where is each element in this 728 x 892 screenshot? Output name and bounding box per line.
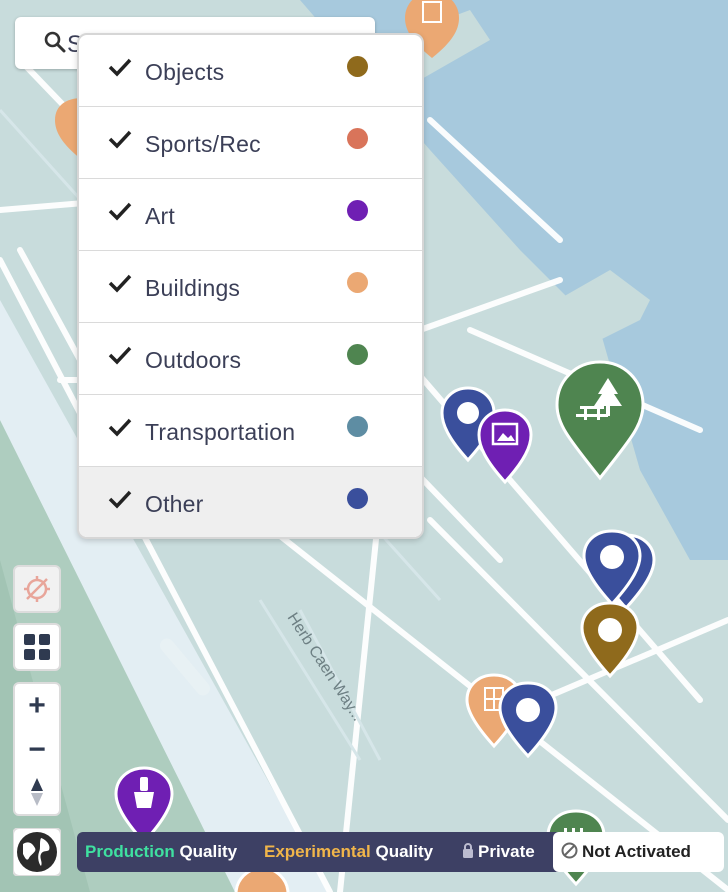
legend-private-label: Private (478, 842, 535, 861)
filter-item-other[interactable]: Other (79, 467, 422, 537)
filter-item-transportation[interactable]: Transportation (79, 395, 422, 467)
category-color-dot (347, 344, 368, 365)
filter-item-buildings[interactable]: Buildings (79, 251, 422, 323)
filter-item-label: Art (145, 203, 175, 229)
category-color-dot (347, 488, 368, 509)
location-off-button[interactable] (13, 565, 61, 613)
location-off-icon (24, 576, 50, 602)
filter-item-label: Outdoors (145, 347, 242, 373)
check-icon (108, 130, 132, 149)
filter-item-art[interactable]: Art (79, 179, 422, 251)
filter-item-outdoors[interactable]: Outdoors (79, 323, 422, 395)
legend-experimental-colored: Experimental (264, 842, 371, 861)
legend-production-quality: Production Quality (77, 832, 266, 872)
filter-item-label: Sports/Rec (145, 131, 261, 157)
check-icon (108, 346, 132, 365)
circle-icon (598, 618, 622, 642)
check-icon (108, 202, 132, 221)
lock-icon (463, 843, 473, 858)
circle-icon (516, 698, 540, 722)
filter-item-objects[interactable]: Objects (79, 35, 422, 107)
zoom-in-button[interactable]: + (15, 684, 59, 728)
legend-private: Private (454, 832, 564, 872)
check-icon (108, 418, 132, 437)
filter-item-label: Objects (145, 59, 225, 85)
category-color-dot (347, 272, 368, 293)
circle-icon (457, 402, 479, 424)
category-color-dot (347, 416, 368, 437)
compass-reset-button[interactable] (15, 772, 59, 814)
blocked-icon (561, 842, 578, 859)
legend-production-colored: Production (85, 842, 175, 861)
check-icon (108, 490, 132, 509)
zoom-control: + − (13, 682, 61, 816)
legend-experimental-rest: Quality (370, 842, 434, 861)
filter-item-label: Other (145, 491, 204, 517)
category-color-dot (347, 128, 368, 149)
globe-icon (12, 827, 62, 877)
legend-not-activated: Not Activated (553, 832, 724, 872)
category-filter-dropdown: Objects Sports/Rec Art Buildings Outdoor… (77, 33, 424, 539)
grid-icon (24, 634, 50, 660)
legend-not-activated-label: Not Activated (582, 842, 691, 861)
category-color-dot (347, 200, 368, 221)
circle-icon (600, 545, 624, 569)
legend-production-rest: Quality (174, 842, 238, 861)
compass-south-icon (31, 793, 43, 806)
search-icon (44, 31, 66, 53)
filter-item-sports-rec[interactable]: Sports/Rec (79, 107, 422, 179)
globe-button[interactable] (12, 827, 62, 877)
category-color-dot (347, 56, 368, 77)
legend-experimental-quality: Experimental Quality (256, 832, 465, 872)
check-icon (108, 274, 132, 293)
layers-grid-button[interactable] (13, 623, 61, 671)
check-icon (108, 58, 132, 77)
filter-item-label: Transportation (145, 419, 296, 445)
zoom-out-button[interactable]: − (15, 728, 59, 772)
compass-north-icon (31, 778, 43, 791)
filter-item-label: Buildings (145, 275, 241, 301)
